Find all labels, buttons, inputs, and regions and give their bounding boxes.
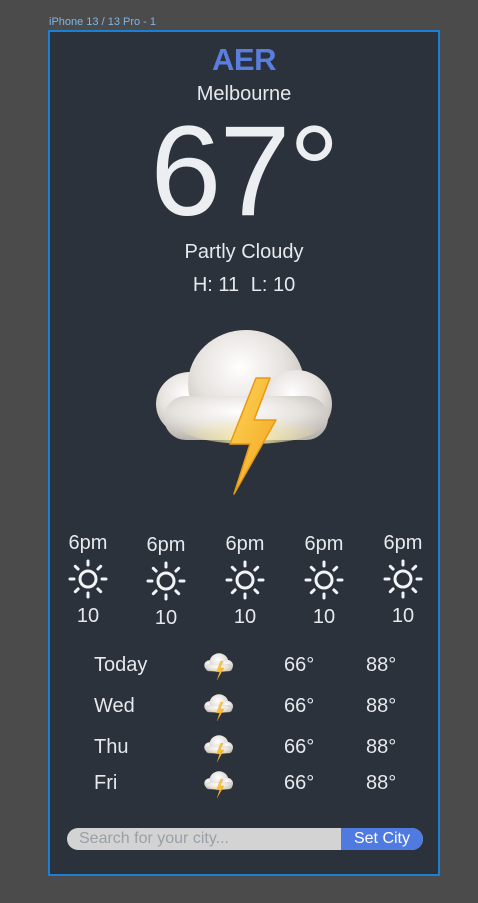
day-name: Wed [94, 695, 135, 717]
hour-time: 6pm [68, 532, 108, 554]
thunderstorm-cloud-icon [204, 652, 234, 682]
hour-time: 6pm [304, 533, 344, 555]
day-high-temp: 88° [366, 772, 397, 794]
city-search-input[interactable] [67, 828, 341, 850]
daily-row: Fri 66° 88° [50, 768, 438, 802]
high-temp: H: 11 [192, 274, 240, 296]
sun-icon [68, 559, 108, 599]
day-name: Thu [94, 736, 129, 758]
hourly-item: 6pm 10 [136, 534, 196, 630]
search-bar: Set City [67, 828, 423, 850]
day-high-temp: 88° [366, 736, 397, 758]
current-temperature: 67° [150, 100, 340, 243]
day-low-temp: 66° [284, 654, 315, 676]
day-low-temp: 66° [284, 736, 315, 758]
hourly-item: 6pm 10 [215, 533, 275, 629]
phone-frame: AER Melbourne 67° Partly Cloudy H: 11 L:… [48, 30, 440, 876]
day-high-temp: 88° [366, 654, 397, 676]
hour-time: 6pm [225, 533, 265, 555]
hour-value: 10 [312, 606, 336, 628]
hour-time: 6pm [383, 532, 423, 554]
daily-row: Thu 66° 88° [50, 732, 438, 766]
hourly-item: 6pm 10 [294, 533, 354, 629]
day-name: Fri [94, 772, 118, 794]
low-temp: L: 10 [250, 274, 296, 296]
sun-icon [146, 561, 186, 601]
hour-value: 10 [154, 607, 178, 629]
hour-value: 10 [391, 605, 415, 627]
day-low-temp: 66° [284, 772, 315, 794]
thunderstorm-cloud-icon [204, 693, 234, 723]
day-name: Today [94, 654, 148, 676]
thunderstorm-cloud-icon [204, 770, 234, 800]
set-city-button[interactable]: Set City [341, 828, 423, 850]
daily-row: Today 66° 88° [50, 650, 438, 684]
thunderstorm-cloud-icon [154, 326, 338, 502]
thunderstorm-cloud-icon [204, 734, 234, 764]
daily-row: Wed 66° 88° [50, 691, 438, 725]
day-high-temp: 88° [366, 695, 397, 717]
hour-value: 10 [76, 605, 100, 627]
hour-time: 6pm [146, 534, 186, 556]
frame-label: iPhone 13 / 13 Pro - 1 [49, 16, 157, 28]
day-low-temp: 66° [284, 695, 315, 717]
app-brand: AER [212, 42, 276, 77]
hour-value: 10 [233, 606, 257, 628]
weather-condition: Partly Cloudy [184, 241, 304, 263]
sun-icon [304, 560, 344, 600]
hourly-item: 6pm 10 [58, 532, 118, 628]
hourly-item: 6pm 10 [373, 532, 433, 628]
sun-icon [225, 560, 265, 600]
high-low: H: 11 L: 10 [50, 274, 438, 297]
sun-icon [383, 559, 423, 599]
